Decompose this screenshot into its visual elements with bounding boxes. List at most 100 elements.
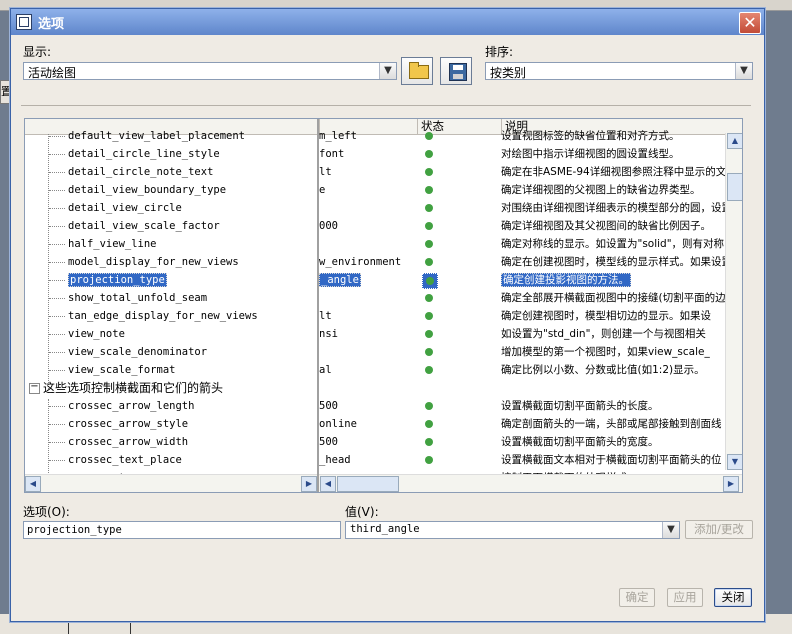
option-value[interactable]: lt bbox=[319, 307, 332, 325]
option-name[interactable]: crossec_text_place bbox=[68, 451, 182, 469]
scroll-thumb[interactable] bbox=[337, 476, 399, 492]
option-name[interactable]: crossec_arrow_length bbox=[68, 397, 194, 415]
apply-button[interactable]: 应用 bbox=[667, 588, 703, 607]
option-description[interactable]: 增加模型的第一个视图时，如果view_scale_ bbox=[501, 343, 710, 361]
option-description[interactable]: 确定在非ASME-94详细视图参照注释中显示的文本 bbox=[501, 163, 737, 181]
option-description[interactable]: 对围绕由详细视图详细表示的模型部分的圆，设置显 bbox=[501, 199, 742, 217]
sort-select[interactable]: 按类别 ▼ bbox=[485, 62, 753, 80]
option-input[interactable]: projection_type bbox=[23, 521, 341, 539]
option-name[interactable]: tan_edge_display_for_new_views bbox=[68, 307, 258, 325]
option-name[interactable]: detail_circle_line_style bbox=[68, 145, 220, 163]
close-button[interactable]: 关闭 bbox=[714, 588, 752, 607]
option-value[interactable]: e bbox=[319, 181, 325, 199]
tree-horizontal-scrollbar[interactable]: ◀ ▶ bbox=[25, 474, 317, 492]
option-name[interactable]: crossec_arrow_style bbox=[68, 415, 188, 433]
scroll-left-icon[interactable]: ◀ bbox=[25, 476, 41, 492]
option-name[interactable]: detail_view_boundary_type bbox=[68, 181, 226, 199]
option-description[interactable]: 设置横截面切割平面箭头的宽度。 bbox=[501, 433, 659, 451]
option-name[interactable]: crossec_arrow_width bbox=[68, 433, 188, 451]
ok-button[interactable]: 确定 bbox=[619, 588, 655, 607]
collapse-icon[interactable]: − bbox=[29, 382, 40, 394]
tree-connector bbox=[49, 244, 65, 245]
option-value[interactable]: nsi bbox=[319, 325, 338, 343]
category-row[interactable]: − 这些选项控制横截面和它们的箭头 bbox=[29, 379, 223, 397]
option-name-text: crossec_arrow_width bbox=[68, 436, 189, 448]
display-select[interactable]: 活动绘图 ▼ bbox=[23, 62, 397, 80]
option-name[interactable]: model_display_for_new_views bbox=[68, 253, 239, 271]
option-description[interactable]: 设置横截面文本相对于横截面切割平面箭头的位 bbox=[501, 451, 722, 469]
scroll-thumb[interactable] bbox=[727, 173, 742, 201]
value-select[interactable]: third_angle ▼ bbox=[345, 521, 680, 539]
option-name[interactable]: view_note bbox=[68, 325, 125, 343]
options-dialog: 选项 ✕ 显示: 活动绘图 ▼ 排序: 按类别 ▼ default_view_l… bbox=[10, 8, 765, 622]
status-dot-icon bbox=[425, 240, 433, 248]
option-value[interactable]: 500 bbox=[319, 433, 338, 451]
option-description[interactable]: 确定创建投影视图的方法。 bbox=[501, 271, 631, 289]
option-value[interactable]: 000 bbox=[319, 217, 338, 235]
option-description-text: 对围绕由详细视图详细表示的模型部分的圆，设置显 bbox=[501, 202, 742, 214]
option-name[interactable]: view_scale_format bbox=[68, 361, 175, 379]
option-description[interactable]: 确定创建视图时，模型相切边的显示。如果设 bbox=[501, 307, 711, 325]
scroll-down-icon[interactable]: ▼ bbox=[727, 454, 742, 470]
value-select-value: third_angle bbox=[350, 523, 420, 535]
option-description[interactable]: 确定比例以小数、分数或比值(如1:2)显示。 bbox=[501, 361, 705, 379]
tree-connector bbox=[49, 316, 65, 317]
tree-connector bbox=[49, 226, 65, 227]
option-name[interactable]: detail_circle_note_text bbox=[68, 163, 213, 181]
scroll-right-icon[interactable]: ▶ bbox=[301, 476, 317, 492]
chevron-down-icon[interactable]: ▼ bbox=[379, 63, 396, 79]
title-bar[interactable]: 选项 ✕ bbox=[11, 9, 764, 35]
option-value[interactable]: _angle bbox=[319, 271, 361, 289]
option-description[interactable]: 确定在创建视图时，模型线的显示样式。如果设置 bbox=[501, 253, 732, 271]
option-name[interactable]: view_scale_denominator bbox=[68, 343, 207, 361]
scroll-up-icon[interactable]: ▲ bbox=[727, 133, 742, 149]
close-icon[interactable]: ✕ bbox=[739, 12, 761, 34]
option-name[interactable]: detail_view_circle bbox=[68, 199, 182, 217]
option-name-text: show_total_unfold_seam bbox=[68, 292, 208, 304]
tree-connector bbox=[49, 406, 65, 407]
scroll-left-icon[interactable]: ◀ bbox=[320, 476, 336, 492]
option-value[interactable]: font bbox=[319, 145, 344, 163]
option-name[interactable]: half_view_line bbox=[68, 235, 157, 253]
option-description[interactable]: 对绘图中指示详细视图的圆设置线型。 bbox=[501, 145, 680, 163]
save-icon bbox=[449, 63, 467, 81]
option-value[interactable]: online bbox=[319, 415, 357, 433]
scroll-right-icon[interactable]: ▶ bbox=[723, 476, 739, 492]
option-value[interactable]: lt bbox=[319, 163, 332, 181]
option-description-text: 设置横截面切割平面箭头的宽度。 bbox=[501, 436, 659, 448]
option-name[interactable]: detail_view_scale_factor bbox=[68, 217, 220, 235]
option-value[interactable]: w_environment bbox=[319, 253, 401, 271]
open-config-button[interactable] bbox=[401, 57, 433, 85]
option-value[interactable]: _head bbox=[319, 451, 351, 469]
option-value-text: nsi bbox=[319, 328, 338, 340]
option-description-text: 确定详细视图及其父视图间的缺省比例因子。 bbox=[501, 220, 711, 232]
option-name[interactable]: default_view_label_placement bbox=[68, 127, 245, 145]
option-description[interactable]: 确定对称线的显示。如设置为"solid"，则有对称 bbox=[501, 235, 724, 253]
vertical-scrollbar[interactable]: ▲ ▼ bbox=[725, 133, 742, 470]
option-description-text: 确定详细视图的父视图上的缺省边界类型。 bbox=[501, 184, 701, 196]
horizontal-scrollbar[interactable]: ◀ ▶ bbox=[319, 474, 742, 492]
option-name-text: default_view_label_placement bbox=[68, 130, 246, 142]
option-name[interactable]: projection_type bbox=[68, 271, 167, 289]
status-dot-icon bbox=[425, 420, 433, 428]
category-label: 这些选项控制横截面和它们的箭头 bbox=[43, 381, 224, 395]
option-description[interactable]: 如设置为"std_din"，则创建一个与视图相关 bbox=[501, 325, 706, 343]
option-value[interactable]: al bbox=[319, 361, 332, 379]
chevron-down-icon[interactable]: ▼ bbox=[662, 522, 679, 538]
save-config-button[interactable] bbox=[440, 57, 472, 85]
option-name[interactable]: show_total_unfold_seam bbox=[68, 289, 207, 307]
option-description[interactable]: 确定全部展开横截面视图中的接缝(切割平面的边 bbox=[501, 289, 726, 307]
option-description[interactable]: 设置视图标签的缺省位置和对齐方式。 bbox=[501, 127, 680, 145]
option-description[interactable]: 设置横截面切割平面箭头的长度。 bbox=[501, 397, 659, 415]
option-description[interactable]: 确定剖面箭头的一端，头部或尾部接触到剖面线 bbox=[501, 415, 722, 433]
option-name-text: detail_circle_note_text bbox=[68, 166, 214, 178]
option-value-text: lt bbox=[319, 166, 332, 178]
option-description[interactable]: 确定详细视图的父视图上的缺省边界类型。 bbox=[501, 181, 701, 199]
tree-connector bbox=[49, 298, 65, 299]
option-description[interactable]: 确定详细视图及其父视图间的缺省比例因子。 bbox=[501, 217, 711, 235]
chevron-down-icon[interactable]: ▼ bbox=[735, 63, 752, 79]
value-label: 值(V): bbox=[345, 505, 379, 519]
option-value[interactable]: 500 bbox=[319, 397, 338, 415]
add-change-button[interactable]: 添加/更改 bbox=[685, 520, 753, 539]
option-value[interactable]: m_left bbox=[319, 127, 357, 145]
